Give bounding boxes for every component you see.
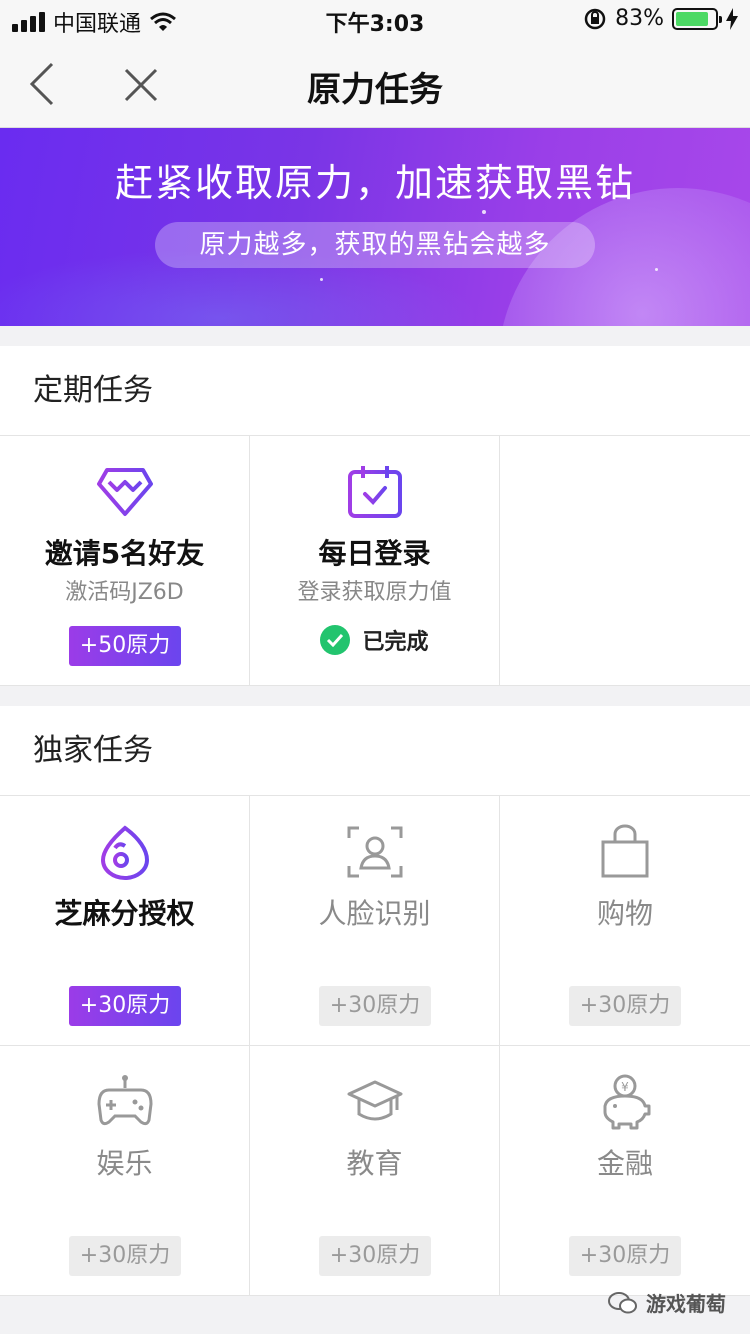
graduation-cap-icon xyxy=(347,1080,403,1121)
star-dot xyxy=(482,210,486,214)
completed-status: 已完成 xyxy=(250,624,499,656)
gamepad-icon xyxy=(97,1075,153,1126)
empty-cell xyxy=(500,436,750,686)
task-sesame-credit[interactable]: 芝麻分授权 +30原力 xyxy=(0,796,250,1046)
reward-badge: +30原力 xyxy=(69,986,181,1026)
check-circle-icon xyxy=(320,625,351,655)
task-name: 人脸识别 xyxy=(318,897,431,930)
reward-badge: +30原力 xyxy=(569,1236,681,1276)
wechat-icon xyxy=(608,1291,637,1313)
star-dot xyxy=(655,268,658,271)
task-shopping[interactable]: 购物 +30原力 xyxy=(500,796,750,1046)
task-daily-login[interactable]: 每日登录 登录获取原力值 已完成 xyxy=(250,436,500,686)
banner-subline: 原力越多，获取的黑钻会越多 xyxy=(155,222,595,268)
watermark: 游戏葡萄 xyxy=(608,1288,726,1317)
periodic-tasks-section: 定期任务 邀请5名好友 激活码JZ6D +50原力 每日登录 登录获取原力值 已… xyxy=(0,346,750,686)
reward-badge: +30原力 xyxy=(569,986,681,1026)
shopping-bag-icon xyxy=(601,824,649,878)
promo-banner: 赶紧收取原力，加速获取黑钻 原力越多，获取的黑钻会越多 xyxy=(0,128,750,326)
battery-icon xyxy=(672,7,722,30)
face-scan-icon xyxy=(347,826,403,878)
task-subtitle: 登录获取原力值 xyxy=(297,580,452,605)
svg-text:¥: ¥ xyxy=(621,1080,629,1094)
section-title: 定期任务 xyxy=(0,346,750,436)
charging-bolt-icon xyxy=(726,7,738,30)
reward-badge: +30原力 xyxy=(69,1236,181,1276)
task-name: 金融 xyxy=(596,1147,653,1180)
completed-label: 已完成 xyxy=(362,630,429,655)
star-dot xyxy=(320,278,323,281)
rotation-lock-icon xyxy=(584,8,606,29)
task-education[interactable]: 教育 +30原力 xyxy=(250,1046,500,1296)
diamond-icon xyxy=(97,468,153,516)
task-face-recognition[interactable]: 人脸识别 +30原力 xyxy=(250,796,500,1046)
calendar-check-icon xyxy=(348,466,402,518)
exclusive-task-grid: 芝麻分授权 +30原力 人脸识别 +30原力 购物 +30原力 娱乐 +30原力… xyxy=(0,796,750,1296)
reward-badge: +30原力 xyxy=(319,1236,431,1276)
sesame-icon xyxy=(100,825,150,880)
exclusive-tasks-section: 独家任务 芝麻分授权 +30原力 人脸识别 +30原力 购物 +30原力 娱乐 … xyxy=(0,706,750,1296)
banner-headline: 赶紧收取原力，加速获取黑钻 xyxy=(114,161,635,205)
task-name: 教育 xyxy=(346,1147,403,1180)
section-title: 独家任务 xyxy=(0,706,750,796)
status-bar: 中国联通 下午3:03 83% xyxy=(0,0,750,40)
battery-percent: 83% xyxy=(615,6,664,31)
nav-bar: 原力任务 xyxy=(0,40,750,128)
reward-badge: +50原力 xyxy=(69,626,181,666)
watermark-text: 游戏葡萄 xyxy=(646,1292,726,1316)
reward-badge: +30原力 xyxy=(319,986,431,1026)
task-name: 娱乐 xyxy=(96,1147,153,1180)
task-finance[interactable]: ¥ 金融 +30原力 xyxy=(500,1046,750,1296)
piggy-bank-icon: ¥ xyxy=(603,1074,651,1130)
task-invite-friends[interactable]: 邀请5名好友 激活码JZ6D +50原力 xyxy=(0,436,250,686)
task-name: 每日登录 xyxy=(318,537,431,570)
task-subtitle: 激活码JZ6D xyxy=(65,580,184,605)
task-entertainment[interactable]: 娱乐 +30原力 xyxy=(0,1046,250,1296)
page-title: 原力任务 xyxy=(307,70,443,110)
task-name: 邀请5名好友 xyxy=(44,537,205,570)
task-name: 购物 xyxy=(596,897,653,930)
task-name: 芝麻分授权 xyxy=(54,897,195,930)
status-right: 83% xyxy=(583,6,738,31)
periodic-task-grid: 邀请5名好友 激活码JZ6D +50原力 每日登录 登录获取原力值 已完成 xyxy=(0,436,750,686)
